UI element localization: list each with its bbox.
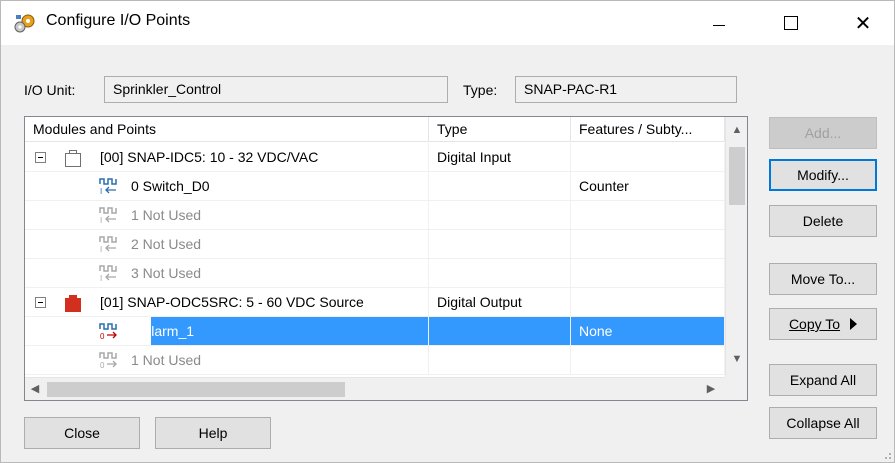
minimize-button[interactable] [691, 1, 747, 45]
svg-text:I: I [100, 274, 102, 282]
configure-io-points-window: Configure I/O Points ✕ I/O Unit: Sprinkl… [0, 0, 895, 463]
point-label: 3 Not Used [131, 265, 202, 281]
cell-feature [571, 230, 725, 258]
collapse-toggle-icon[interactable] [35, 152, 46, 163]
point-row[interactable]: I 2 Not Used [25, 230, 725, 259]
digital-input-module-icon [65, 150, 81, 167]
module-row[interactable]: [01] SNAP-ODC5SRC: 5 - 60 VDC Source Digi… [25, 288, 725, 317]
cell-type [429, 172, 571, 200]
add-button[interactable]: Add... [769, 117, 877, 149]
cell-type [429, 346, 571, 374]
scroll-left-icon[interactable]: ◀ [29, 383, 41, 395]
scrollbar-corner [725, 377, 747, 400]
cell-name: 0 1 Not Used [25, 346, 429, 374]
cell-name: [00] SNAP-IDC5: 10 - 32 VDC/VAC [25, 143, 429, 171]
io-unit-field: Sprinkler_Control [104, 76, 448, 103]
point-row[interactable]: I 1 Not Used [25, 201, 725, 230]
cell-name: 0 0 Alarm_1 [25, 317, 429, 345]
svg-text:0: 0 [100, 332, 105, 340]
modules-points-grid[interactable]: Modules and Points Type Features / Subty… [24, 116, 748, 401]
cell-name: I 3 Not Used [25, 259, 429, 287]
cell-feature [571, 201, 725, 229]
title-bar[interactable]: Configure I/O Points ✕ [1, 1, 894, 45]
cell-type: Digital Input [429, 143, 571, 171]
point-label: 0 Alarm_1 [131, 323, 195, 339]
digital-input-point-icon: I [99, 236, 117, 253]
cell-feature [571, 143, 725, 171]
vertical-scroll-thumb[interactable] [729, 147, 745, 205]
gears-app-icon [14, 14, 35, 33]
expand-all-button[interactable]: Expand All [769, 364, 877, 396]
modify-button[interactable]: Modify... [769, 159, 877, 191]
cell-type [429, 259, 571, 287]
copy-to-label: Copy To [788, 316, 841, 332]
module-label: [01] SNAP-ODC5SRC: 5 - 60 VDC Source [100, 294, 364, 310]
svg-text:I: I [100, 245, 102, 253]
cell-name: I 2 Not Used [25, 230, 429, 258]
grid-header: Modules and Points Type Features / Subty… [25, 117, 725, 142]
move-to-button[interactable]: Move To... [769, 263, 877, 295]
digital-output-point-icon: 0 [99, 352, 117, 369]
cell-feature [571, 346, 725, 374]
cell-feature [571, 288, 725, 316]
point-row[interactable]: I 0 Switch_D0 Counter [25, 172, 725, 201]
digital-input-point-icon: I [99, 207, 117, 224]
collapse-toggle-icon[interactable] [35, 297, 46, 308]
point-row[interactable]: 0 0 Alarm_1 None [25, 317, 725, 346]
digital-output-point-icon: 0 [99, 323, 117, 340]
cell-feature: Counter [571, 172, 725, 200]
vertical-scrollbar[interactable]: ▲ ▼ [725, 117, 747, 377]
point-label: 1 Not Used [131, 207, 202, 223]
type-field: SNAP-PAC-R1 [515, 76, 737, 103]
minimize-icon [713, 24, 725, 26]
cell-feature: None [571, 317, 725, 345]
cell-feature [571, 259, 725, 287]
cell-type [429, 317, 571, 345]
scroll-down-icon[interactable]: ▼ [731, 353, 743, 365]
scroll-right-icon[interactable]: ▶ [705, 383, 717, 395]
point-label: 0 Switch_D0 [131, 178, 210, 194]
cell-name: I 0 Switch_D0 [25, 172, 429, 200]
close-button[interactable]: Close [24, 417, 140, 449]
maximize-icon [784, 16, 798, 30]
cell-type [429, 201, 571, 229]
digital-output-module-icon [65, 295, 81, 312]
cell-name: I 1 Not Used [25, 201, 429, 229]
horizontal-scrollbar[interactable]: ◀ ▶ [25, 377, 725, 400]
close-icon: ✕ [854, 12, 872, 35]
copy-to-button[interactable]: Copy To [769, 308, 877, 340]
help-button[interactable]: Help [155, 417, 271, 449]
submenu-arrow-icon [850, 318, 858, 330]
point-row[interactable]: 0 1 Not Used [25, 346, 725, 375]
cell-type: Digital Output [429, 288, 571, 316]
module-row[interactable]: [00] SNAP-IDC5: 10 - 32 VDC/VAC Digital I… [25, 143, 725, 172]
resize-grip-icon[interactable] [881, 449, 891, 459]
cell-name: [01] SNAP-ODC5SRC: 5 - 60 VDC Source [25, 288, 429, 316]
svg-text:I: I [100, 187, 102, 195]
column-header-modules[interactable]: Modules and Points [25, 117, 429, 142]
digital-input-point-icon: I [99, 265, 117, 282]
type-label: Type: [463, 82, 498, 98]
window-title: Configure I/O Points [46, 12, 191, 29]
point-label: 1 Not Used [131, 352, 202, 368]
module-label: [00] SNAP-IDC5: 10 - 32 VDC/VAC [100, 149, 319, 165]
grid-rows: [00] SNAP-IDC5: 10 - 32 VDC/VAC Digital I… [25, 143, 725, 375]
collapse-all-button[interactable]: Collapse All [769, 407, 877, 439]
column-header-features[interactable]: Features / Subty... [571, 117, 725, 142]
scroll-up-icon[interactable]: ▲ [731, 124, 743, 136]
point-label: 2 Not Used [131, 236, 202, 252]
point-row[interactable]: I 3 Not Used [25, 259, 725, 288]
column-header-type[interactable]: Type [429, 117, 571, 142]
svg-text:0: 0 [100, 361, 105, 369]
svg-text:I: I [100, 216, 102, 224]
cell-type [429, 230, 571, 258]
maximize-button[interactable] [763, 1, 819, 45]
digital-input-point-icon: I [99, 178, 117, 195]
io-unit-label: I/O Unit: [24, 82, 76, 98]
close-window-button[interactable]: ✕ [835, 1, 891, 45]
delete-button[interactable]: Delete [769, 205, 877, 237]
horizontal-scroll-thumb[interactable] [47, 382, 345, 397]
